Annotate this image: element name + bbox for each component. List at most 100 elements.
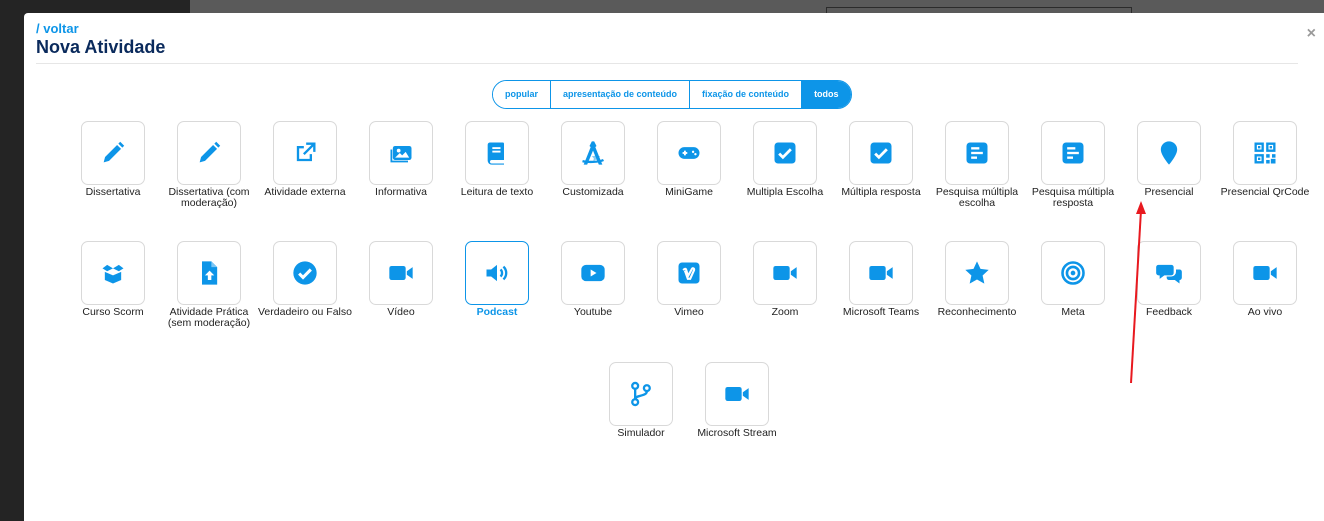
activity-tile-simulador[interactable]: Simulador [593, 362, 689, 439]
activity-tile-podcast[interactable]: Podcast [449, 241, 545, 318]
activity-label: Reconhecimento [937, 306, 1017, 318]
activity-icon-box[interactable] [369, 121, 433, 185]
activity-tile-video[interactable]: Vídeo [353, 241, 449, 318]
activity-tile-customizada[interactable]: Customizada [545, 121, 641, 198]
activity-icon-box[interactable] [705, 362, 769, 426]
activity-tile-multipla-escolha[interactable]: Multipla Escolha [737, 121, 833, 198]
activity-label: Pesquisa múltipla escolha [935, 186, 1019, 209]
activity-grid: Dissertativa Dissertativa (com moderação)… [24, 13, 1324, 521]
activity-tile-vimeo[interactable]: Vimeo [641, 241, 737, 318]
activity-tile-zoom[interactable]: Zoom [737, 241, 833, 318]
video-icon [387, 259, 415, 287]
activity-label: Microsoft Stream [697, 427, 777, 439]
activity-label: Podcast [476, 306, 518, 318]
activity-tile-pesquisa-multipla-escolha[interactable]: Pesquisa múltipla escolha [929, 121, 1025, 209]
activity-icon-box[interactable] [1233, 121, 1297, 185]
activity-icon-box[interactable] [273, 241, 337, 305]
activity-tile-microsoft-stream[interactable]: Microsoft Stream [689, 362, 785, 439]
pencil-icon [99, 139, 127, 167]
checkbox-icon [771, 139, 799, 167]
activity-label: Microsoft Teams [842, 306, 920, 318]
video-icon [771, 259, 799, 287]
activity-icon-box[interactable] [753, 241, 817, 305]
activity-icon-box[interactable] [81, 241, 145, 305]
poll-icon [1059, 139, 1087, 167]
new-activity-modal: / voltar Nova Atividade × popular aprese… [24, 13, 1324, 521]
activity-icon-box[interactable] [849, 241, 913, 305]
activity-icon-box[interactable] [273, 121, 337, 185]
activity-label: Atividade externa [264, 186, 346, 198]
activity-tile-multipla-resposta[interactable]: Múltipla resposta [833, 121, 929, 198]
check-circle-icon [291, 259, 319, 287]
activity-icon-box[interactable] [177, 121, 241, 185]
activity-label: Leitura de texto [460, 186, 534, 198]
activity-label: Múltipla resposta [841, 186, 921, 198]
activity-tile-minigame[interactable]: MiniGame [641, 121, 737, 198]
activity-tile-meta[interactable]: Meta [1025, 241, 1121, 318]
star-icon [963, 259, 991, 287]
activity-icon-box[interactable] [1137, 241, 1201, 305]
file-upload-icon [195, 259, 223, 287]
video-icon [867, 259, 895, 287]
activity-tile-presencial-qrcode[interactable]: Presencial QrCode [1217, 121, 1313, 198]
activity-icon-box[interactable] [945, 121, 1009, 185]
activity-icon-box[interactable] [945, 241, 1009, 305]
poll-icon [963, 139, 991, 167]
activity-tile-dissertativa[interactable]: Dissertativa [65, 121, 161, 198]
comments-icon [1155, 259, 1183, 287]
drafting-compass-icon [579, 139, 607, 167]
activity-tile-leitura-de-texto[interactable]: Leitura de texto [449, 121, 545, 198]
external-link-icon [291, 139, 319, 167]
map-marker-icon [1155, 139, 1183, 167]
activity-label: Vídeo [387, 306, 415, 318]
activity-label: Dissertativa [85, 186, 141, 198]
activity-tile-curso-scorm[interactable]: Curso Scorm [65, 241, 161, 318]
activity-tile-pesquisa-multipla-resposta[interactable]: Pesquisa múltipla resposta [1025, 121, 1121, 209]
activity-tile-verdadeiro-ou-falso[interactable]: Verdadeiro ou Falso [257, 241, 353, 318]
youtube-icon [579, 259, 607, 287]
bullseye-icon [1059, 259, 1087, 287]
activity-icon-box[interactable] [465, 241, 529, 305]
book-icon [483, 139, 511, 167]
volume-icon [483, 259, 511, 287]
activity-icon-box[interactable] [657, 121, 721, 185]
activity-tile-reconhecimento[interactable]: Reconhecimento [929, 241, 1025, 318]
activity-icon-box[interactable] [81, 121, 145, 185]
activity-tile-informativa[interactable]: Informativa [353, 121, 449, 198]
activity-icon-box[interactable] [561, 241, 625, 305]
activity-label: Simulador [617, 427, 665, 439]
activity-label: Verdadeiro ou Falso [258, 306, 352, 318]
background-header [190, 0, 1324, 14]
activity-icon-box[interactable] [561, 121, 625, 185]
activity-icon-box[interactable] [1041, 121, 1105, 185]
activity-label: Multipla Escolha [746, 186, 824, 198]
activity-icon-box[interactable] [657, 241, 721, 305]
activity-tile-feedback[interactable]: Feedback [1121, 241, 1217, 318]
activity-tile-presencial[interactable]: Presencial [1121, 121, 1217, 198]
activity-icon-box[interactable] [369, 241, 433, 305]
activity-icon-box[interactable] [465, 121, 529, 185]
activity-label: Youtube [573, 306, 613, 318]
activity-tile-ao-vivo[interactable]: Ao vivo [1217, 241, 1313, 318]
activity-icon-box[interactable] [849, 121, 913, 185]
activity-tile-dissertativa-com-moderacao[interactable]: Dissertativa (com moderação) [161, 121, 257, 209]
activity-icon-box[interactable] [177, 241, 241, 305]
activity-label: MiniGame [665, 186, 713, 198]
activity-icon-box[interactable] [753, 121, 817, 185]
activity-tile-youtube[interactable]: Youtube [545, 241, 641, 318]
vimeo-icon [675, 259, 703, 287]
activity-label: Feedback [1145, 306, 1193, 318]
code-branch-icon [627, 380, 655, 408]
activity-icon-box[interactable] [609, 362, 673, 426]
images-icon [387, 139, 415, 167]
activity-label: Vimeo [674, 306, 704, 318]
activity-label: Customizada [562, 186, 624, 198]
activity-tile-atividade-externa[interactable]: Atividade externa [257, 121, 353, 198]
activity-icon-box[interactable] [1137, 121, 1201, 185]
activity-icon-box[interactable] [1041, 241, 1105, 305]
activity-label: Meta [1061, 306, 1085, 318]
video-icon [1251, 259, 1279, 287]
activity-tile-atividade-pratica-sem-moderacao[interactable]: Atividade Prática (sem moderação) [161, 241, 257, 329]
activity-icon-box[interactable] [1233, 241, 1297, 305]
activity-tile-microsoft-teams[interactable]: Microsoft Teams [833, 241, 929, 318]
